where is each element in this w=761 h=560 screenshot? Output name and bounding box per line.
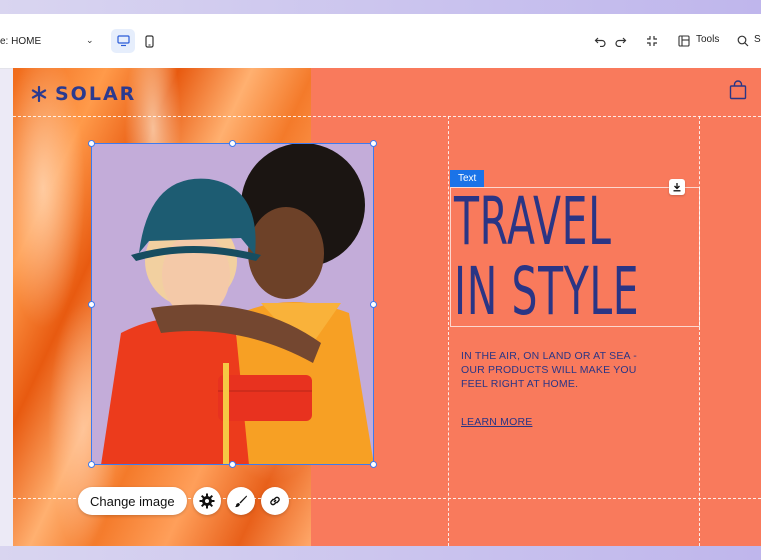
search-button[interactable]: [735, 33, 751, 49]
image-selection-box: [91, 143, 374, 465]
resize-handle[interactable]: [229, 461, 236, 468]
page-selector[interactable]: e: HOME ⌄: [0, 14, 94, 68]
resize-handle[interactable]: [370, 461, 377, 468]
redo-icon: [614, 37, 626, 47]
editor-toolbar: e: HOME ⌄ Tools S: [0, 14, 761, 69]
asterisk-logo-icon: [31, 86, 47, 102]
search-label[interactable]: S: [754, 34, 761, 45]
text-download-button[interactable]: [669, 179, 685, 195]
search-icon: [737, 35, 749, 47]
hero-headline[interactable]: TRAVEL IN STYLE: [454, 183, 640, 330]
fit-icon: [647, 36, 657, 46]
download-icon: [673, 183, 681, 192]
cart-button[interactable]: [729, 80, 747, 105]
undo-icon: [594, 37, 606, 47]
settings-icon: [199, 493, 215, 509]
site-logo[interactable]: SOLAR: [31, 82, 136, 106]
undo-button[interactable]: [592, 33, 608, 49]
headline-line-1: TRAVEL: [454, 183, 612, 260]
site-canvas: SOLAR Change image Text TRAVEL IN STYLE …: [13, 68, 761, 546]
hero-subcopy: IN THE AIR, ON LAND OR AT SEA - OUR PROD…: [461, 350, 637, 390]
tools-label[interactable]: Tools: [696, 34, 719, 45]
tools-icon: [678, 35, 690, 47]
guide-line: [448, 116, 449, 546]
design-button[interactable]: [226, 487, 255, 515]
image-actions-toolbar: Change image: [78, 486, 289, 516]
bottom-strip: [0, 546, 761, 560]
resize-handle[interactable]: [88, 461, 95, 468]
fit-to-screen-button[interactable]: [644, 33, 660, 49]
change-image-button[interactable]: Change image: [78, 487, 187, 515]
learn-more-link[interactable]: LEARN MORE: [461, 416, 532, 428]
tools-button[interactable]: [676, 33, 692, 49]
resize-handle[interactable]: [229, 140, 236, 147]
link-icon: [269, 496, 280, 506]
logo-text: SOLAR: [55, 83, 137, 105]
chevron-down-icon: ⌄: [86, 35, 94, 45]
mobile-icon: [144, 34, 154, 48]
browser-top-strip: [0, 0, 761, 14]
page-selector-label: e: HOME: [0, 35, 42, 47]
resize-handle[interactable]: [370, 301, 377, 308]
resize-handle[interactable]: [370, 140, 377, 147]
image-settings-button[interactable]: [192, 487, 221, 515]
redo-button[interactable]: [612, 33, 628, 49]
resize-handle[interactable]: [88, 140, 95, 147]
guide-line: [13, 116, 761, 117]
headline-line-2: IN STYLE: [454, 253, 640, 330]
mobile-view-button[interactable]: [137, 29, 161, 53]
desktop-icon: [116, 35, 130, 47]
link-button[interactable]: [260, 487, 289, 515]
desktop-view-button[interactable]: [111, 29, 135, 53]
guide-line: [699, 116, 700, 546]
brush-icon: [234, 495, 247, 508]
resize-handle[interactable]: [88, 301, 95, 308]
bag-icon: [729, 80, 747, 100]
